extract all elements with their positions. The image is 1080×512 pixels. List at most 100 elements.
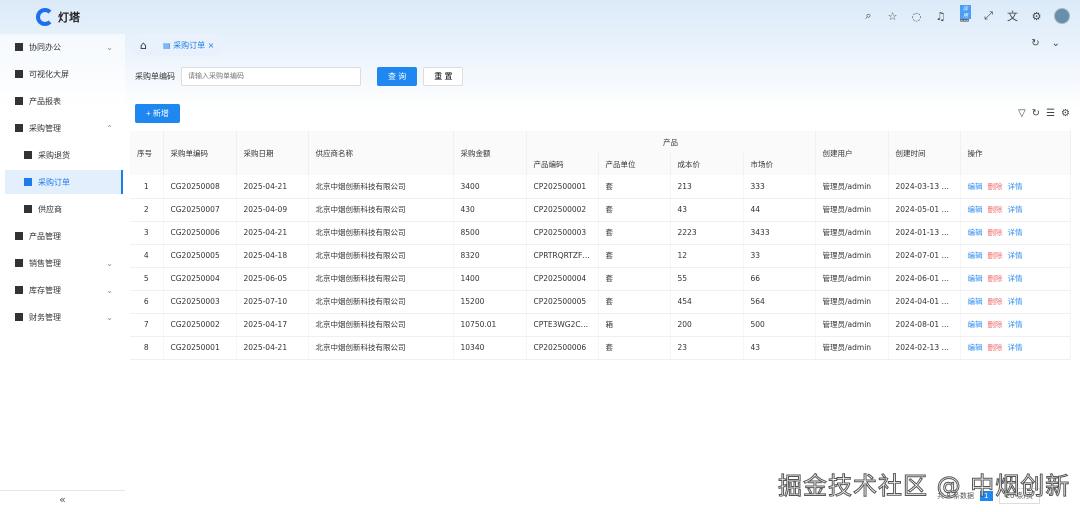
detail-link[interactable]: 详情 [1008,251,1023,260]
chevron-down-icon[interactable]: ⌄ [1052,38,1060,49]
gear-icon[interactable]: ⚙ [1030,10,1043,23]
table-cell: 12 [670,244,744,268]
sidebar-item-5[interactable]: 采购订单 [5,170,123,194]
edit-link[interactable]: 编辑 [968,205,983,214]
table-row: 3 CG20250006 2025-04-21 北京中烟创新科技有限公司 8500 CP2… [130,221,1071,245]
detail-link[interactable]: 详情 [1008,182,1023,191]
top-bar: 灯塔 ⌕ ☆ ◌ ♫ ▦应用 ⤢ 文 ⚙ [0,0,1080,34]
density-icon[interactable]: ☰ [1046,108,1055,119]
table-row: 5 CG20250004 2025-06-05 北京中烟创新科技有限公司 1400 CP2… [130,267,1071,291]
edit-link[interactable]: 编辑 [968,320,983,329]
table-cell: 套 [598,175,671,199]
sidebar-item-6[interactable]: 供应商 [5,197,123,221]
table-cell: 500 [743,313,816,337]
filter-icon[interactable]: ▽ [1018,108,1026,119]
edit-link[interactable]: 编辑 [968,297,983,306]
menu-icon [15,286,23,294]
detail-link[interactable]: 详情 [1008,228,1023,237]
tab-label: 采购订单 [173,40,206,50]
search-icon[interactable]: ⌕ [862,9,875,23]
detail-link[interactable]: 详情 [1008,343,1023,352]
translate-icon[interactable]: 文 [1006,8,1019,24]
tab-purchase-order[interactable]: ▤ 采购订单 × [163,40,214,51]
apps-icon[interactable]: ▦应用 [958,4,971,23]
sidebar-item-label: 采购订单 [38,177,70,187]
message-icon[interactable]: ◌ [910,10,923,23]
sidebar-item-8[interactable]: 销售管理 ⌄ [5,251,123,275]
table-cell: 套 [598,290,671,314]
delete-link[interactable]: 删除 [988,343,1003,352]
col-supplier: 供应商名称 [308,131,454,175]
collapse-sidebar-button[interactable]: « [0,490,125,506]
bell-icon[interactable]: ♫ [934,10,947,23]
ops-cell: 编辑 删除 详情 [960,198,1071,222]
edit-link[interactable]: 编辑 [968,182,983,191]
delete-link[interactable]: 删除 [988,320,1003,329]
table-cell: 套 [598,336,671,360]
logo: 灯塔 [36,8,80,26]
table-cell: CPRTRQRTZFJYF... [526,244,599,268]
table-cell: 2024-02-13 15:3... [888,336,961,360]
table-row: 7 CG20250002 2025-04-17 北京中烟创新科技有限公司 10750.0… [130,313,1071,337]
table-cell: CG20250003 [163,290,237,314]
table-cell: 北京中烟创新科技有限公司 [308,221,454,245]
chevron-icon: ⌃ [106,123,113,133]
avatar[interactable] [1054,8,1070,24]
table-cell: CP202500004 [526,267,599,291]
sidebar-item-4[interactable]: 采购退货 [5,143,123,167]
sidebar-item-3[interactable]: 采购管理 ⌃ [5,116,123,140]
delete-link[interactable]: 删除 [988,297,1003,306]
query-button[interactable]: 查 询 [377,67,418,86]
table-cell: 1 [130,175,164,199]
table-cell: 套 [598,244,671,268]
table-cell: 2025-04-21 [236,336,309,360]
sidebar-item-7[interactable]: 产品管理 [5,224,123,248]
reset-button[interactable]: 重 置 [423,67,464,86]
sidebar-item-0[interactable]: 协同办公 ⌄ [5,35,123,59]
table-cell: 2025-04-09 [236,198,309,222]
delete-link[interactable]: 删除 [988,274,1003,283]
sidebar-item-2[interactable]: 产品报表 [5,89,123,113]
star-icon[interactable]: ☆ [886,10,899,23]
detail-link[interactable]: 详情 [1008,274,1023,283]
add-button[interactable]: + 新增 [135,104,180,123]
edit-link[interactable]: 编辑 [968,274,983,283]
ops-cell: 编辑 删除 详情 [960,267,1071,291]
sidebar-item-9[interactable]: 库存管理 ⌄ [5,278,123,302]
sidebar-item-10[interactable]: 财务管理 ⌄ [5,305,123,329]
detail-link[interactable]: 详情 [1008,205,1023,214]
detail-link[interactable]: 详情 [1008,297,1023,306]
apps-badge: 应用 [960,4,971,19]
edit-link[interactable]: 编辑 [968,343,983,352]
refresh-icon[interactable]: ↻ [1032,108,1040,119]
table-cell: CP202500003 [526,221,599,245]
sidebar-item-label: 销售管理 [29,258,61,268]
sidebar-item-label: 供应商 [38,204,62,214]
edit-link[interactable]: 编辑 [968,228,983,237]
menu-icon [15,124,23,132]
table-row: 6 CG20250003 2025-07-10 北京中烟创新科技有限公司 15200 CP… [130,290,1071,314]
home-icon[interactable]: ⌂ [140,39,147,52]
delete-link[interactable]: 删除 [988,182,1003,191]
delete-link[interactable]: 删除 [988,228,1003,237]
sidebar-item-label: 产品管理 [29,231,61,241]
table-cell: CPTE3WG2CQG... [526,313,599,337]
edit-link[interactable]: 编辑 [968,251,983,260]
table-cell: 1400 [453,267,527,291]
detail-link[interactable]: 详情 [1008,320,1023,329]
table-cell: 564 [743,290,816,314]
refresh-icon[interactable]: ↻ [1031,38,1039,49]
menu-icon [15,313,23,321]
table-cell: 10340 [453,336,527,360]
table-cell: 33 [743,244,816,268]
table-cell: 2025-04-21 [236,221,309,245]
order-code-input[interactable] [181,67,361,86]
table-cell: 2025-04-21 [236,175,309,199]
close-icon[interactable]: × [208,41,215,50]
delete-link[interactable]: 删除 [988,205,1003,214]
gear-icon[interactable]: ⚙ [1061,108,1070,119]
table-cell: 北京中烟创新科技有限公司 [308,336,454,360]
sidebar-item-1[interactable]: 可视化大屏 [5,62,123,86]
delete-link[interactable]: 删除 [988,251,1003,260]
fullscreen-icon[interactable]: ⤢ [982,9,995,23]
